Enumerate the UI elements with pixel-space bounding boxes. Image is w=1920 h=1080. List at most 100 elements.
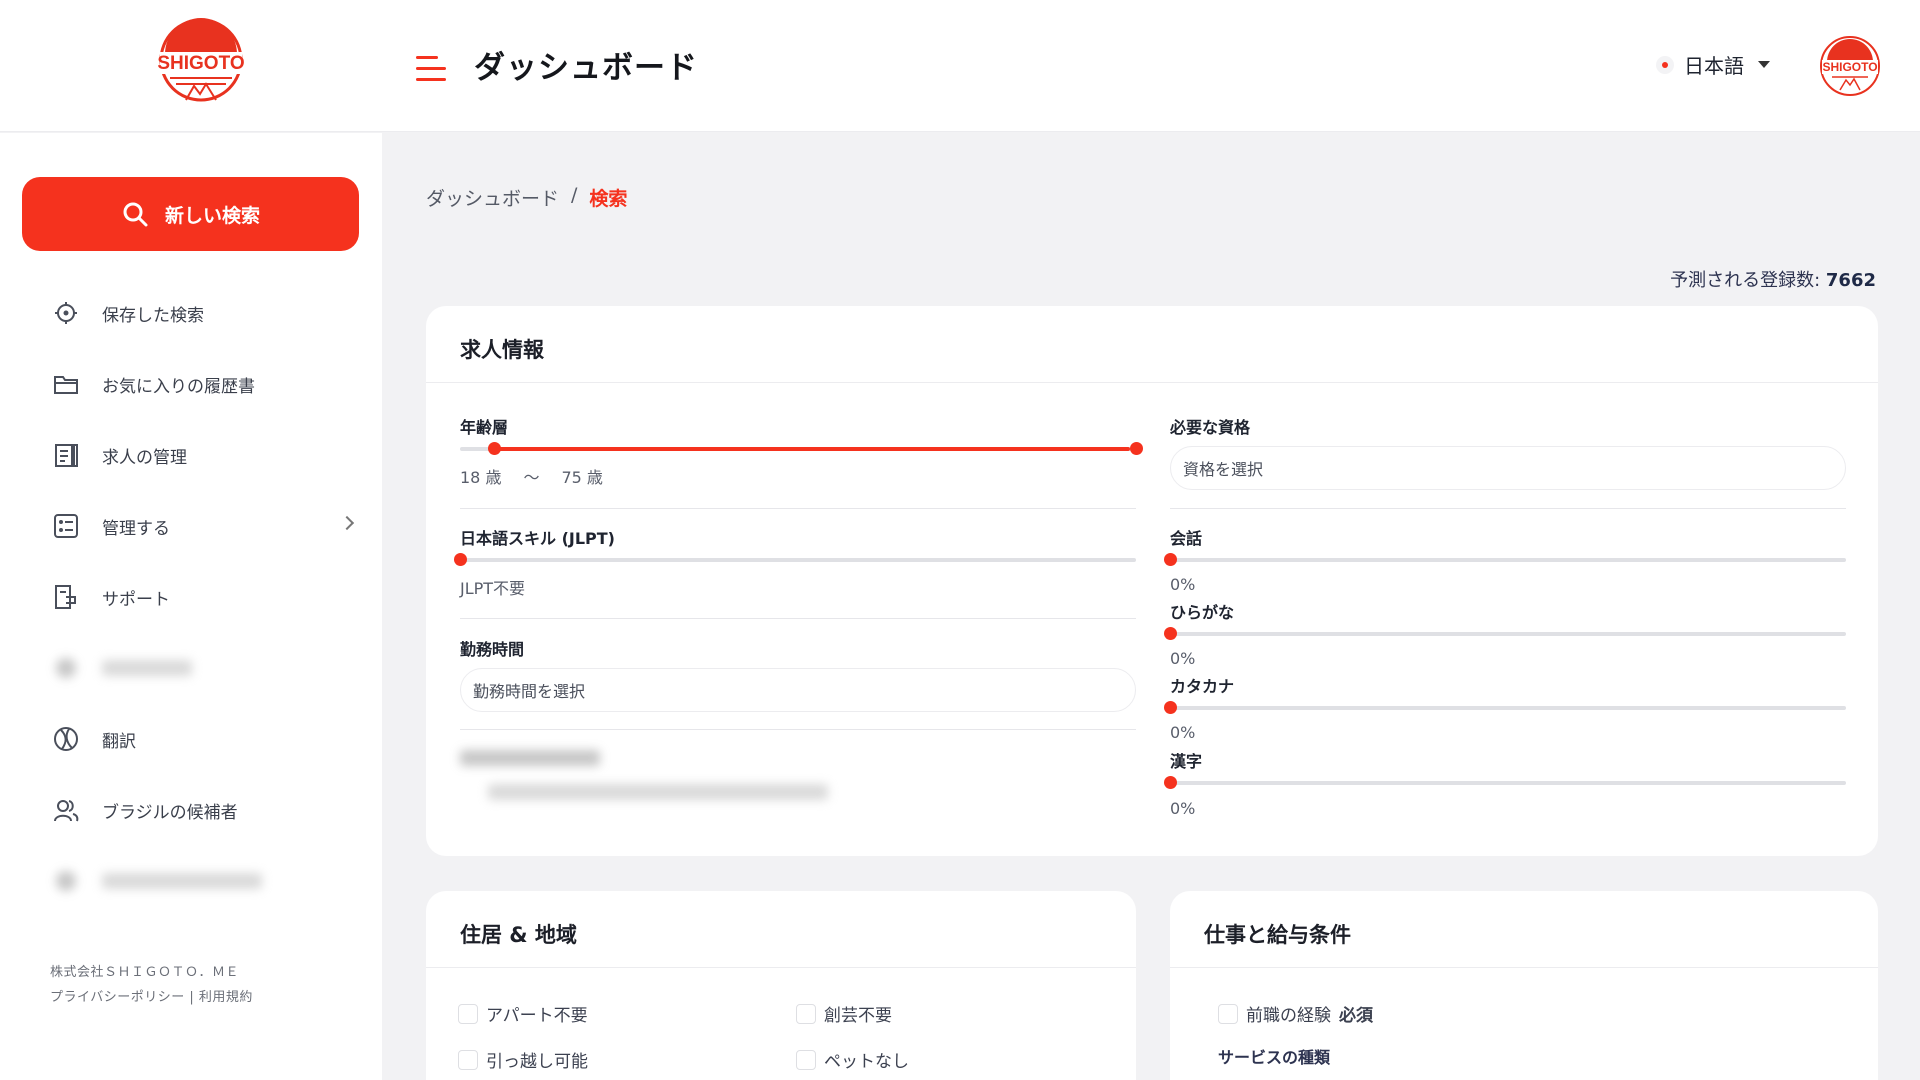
qualifications-select[interactable]: 資格を選択: [1170, 446, 1846, 490]
option-prior-experience[interactable]: 前職の経験 必須: [1218, 1001, 1373, 1026]
checkbox[interactable]: [458, 1003, 478, 1024]
kanji-slider-track[interactable]: [1170, 781, 1846, 785]
checkbox[interactable]: [796, 1049, 816, 1070]
user-avatar[interactable]: SHIGOTO: [1818, 34, 1882, 98]
jlpt-label: 日本語スキル (JLPT): [460, 529, 615, 548]
age-range-text: 18 歳 〜 75 歳: [460, 464, 603, 488]
work-conditions-card: 仕事と給与条件 前職の経験 必須 サービスの種類: [1170, 891, 1878, 1080]
breadcrumb-root[interactable]: ダッシュボード: [426, 184, 559, 211]
card-divider: [426, 382, 1878, 383]
predicted-value: 7662: [1825, 270, 1876, 291]
page-title: ダッシュボード: [474, 50, 698, 86]
checkbox[interactable]: [796, 1003, 816, 1024]
katakana-handle[interactable]: [1164, 701, 1177, 714]
search-icon: [123, 202, 148, 227]
katakana-value: 0%: [1170, 723, 1196, 742]
card-divider: [1170, 967, 1878, 968]
support-icon: [52, 583, 80, 611]
job-info-title: 求人情報: [460, 338, 544, 362]
age-min-value: 18 歳: [460, 468, 502, 487]
hiragana-handle[interactable]: [1164, 627, 1177, 640]
sidebar-item-manage[interactable]: 管理する: [52, 506, 355, 546]
age-label: 年齢層: [460, 418, 509, 437]
jlpt-handle[interactable]: [454, 553, 467, 566]
sidebar-item-label: 管理する: [102, 518, 170, 539]
option-label: ペットなし: [824, 1052, 909, 1072]
sidebar-item-saved-searches[interactable]: 保存した検索: [52, 293, 352, 333]
language-selector[interactable]: 日本語: [1656, 50, 1770, 79]
conversation-label: 会話: [1170, 529, 1203, 548]
hamburger-menu-icon[interactable]: [416, 56, 446, 82]
service-type-label: サービスの種類: [1218, 1048, 1331, 1067]
qualifications-label: 必要な資格: [1170, 418, 1251, 437]
sidebar-item-translation[interactable]: 翻訳: [52, 719, 352, 759]
new-search-button[interactable]: 新しい検索: [22, 177, 359, 251]
age-slider-fill: [494, 447, 1130, 451]
sidebar-item-job-management[interactable]: 求人の管理: [52, 435, 352, 475]
required-label: 必須: [1339, 1006, 1373, 1026]
age-min-handle[interactable]: [488, 442, 501, 455]
blurred-field-label: [460, 750, 600, 766]
breadcrumb-current: 検索: [589, 188, 628, 210]
jlpt-value: JLPT不要: [460, 579, 526, 598]
hiragana-slider-track[interactable]: [1170, 632, 1846, 636]
option-relocation-ok[interactable]: 引っ越し可能: [458, 1047, 588, 1072]
svg-text:SHIGOTO: SHIGOTO: [1822, 60, 1877, 74]
housing-title: 住居 & 地域: [460, 923, 577, 947]
folder-icon: [52, 370, 80, 398]
work-conditions-title: 仕事と給与条件: [1204, 923, 1351, 947]
hiragana-value: 0%: [1170, 649, 1196, 668]
katakana-slider-track[interactable]: [1170, 706, 1846, 710]
japan-flag-icon: [1656, 55, 1674, 74]
option-label: 前職の経験: [1246, 1006, 1331, 1026]
kanji-value: 0%: [1170, 799, 1196, 818]
sidebar-item-label: 保存した検索: [102, 305, 204, 326]
sidebar-item-brazil-candidates[interactable]: ブラジルの候補者: [52, 790, 352, 830]
sidebar-item-favorite-resumes[interactable]: お気に入りの履歴書: [52, 364, 352, 404]
predicted-registrations: 予測される登録数: 7662: [1670, 266, 1876, 292]
age-max-handle[interactable]: [1130, 442, 1143, 455]
translate-icon: [52, 725, 80, 753]
option-label: アパート不要: [486, 1006, 588, 1026]
crosshair-icon: [52, 299, 80, 327]
jlpt-slider-track[interactable]: [460, 558, 1136, 562]
option-label: 引っ越し可能: [486, 1052, 588, 1072]
sidebar-item-support[interactable]: サポート: [52, 577, 352, 617]
work-hours-select[interactable]: 勤務時間を選択: [460, 668, 1136, 712]
job-info-card: 求人情報 年齢層 18 歳 〜 75 歳 日本語スキル (JLPT) JLPT不…: [426, 306, 1878, 856]
conversation-slider-track[interactable]: [1170, 558, 1846, 562]
blurred-field-input: [488, 784, 828, 800]
sidebar: 新しい検索 保存した検索 お気に入りの履歴書 求人の管理 管理する サポート 翻…: [0, 133, 382, 1080]
option-no-apartment[interactable]: アパート不要: [458, 1001, 588, 1026]
breadcrumb: ダッシュボード / 検索: [426, 184, 627, 211]
new-search-label: 新しい検索: [164, 204, 260, 227]
option-no-pets[interactable]: ペットなし: [796, 1047, 909, 1072]
footer-links[interactable]: プライバシーポリシー | 利用規約: [50, 986, 253, 1005]
top-header: SHIGOTO ダッシュボード 日本語 SHIGOTO: [0, 0, 1920, 132]
checkbox[interactable]: [458, 1049, 478, 1070]
kanji-label: 漢字: [1170, 752, 1203, 771]
caret-down-icon: [1758, 61, 1770, 68]
language-label: 日本語: [1684, 54, 1744, 78]
checkbox[interactable]: [1218, 1003, 1238, 1024]
sidebar-item-hidden-2[interactable]: [52, 861, 352, 901]
chevron-right-icon: [339, 515, 355, 531]
kanji-handle[interactable]: [1164, 776, 1177, 789]
katakana-label: カタカナ: [1170, 677, 1235, 696]
card-divider: [426, 967, 1136, 968]
blurred-icon: [52, 867, 80, 895]
sidebar-item-hidden[interactable]: [52, 648, 352, 688]
shigoto-logo[interactable]: SHIGOTO: [150, 14, 252, 112]
hiragana-label: ひらがな: [1170, 603, 1235, 622]
breadcrumb-separator: /: [571, 184, 578, 206]
clipboard-icon: [52, 441, 80, 469]
sidebar-item-label: お気に入りの履歴書: [102, 376, 255, 397]
housing-card: 住居 & 地域 アパート不要 創芸不要 引っ越し可能 ペットなし: [426, 891, 1136, 1080]
sidebar-item-label: サポート: [102, 589, 170, 610]
sidebar-item-label: 求人の管理: [102, 447, 187, 468]
work-hours-label: 勤務時間: [460, 640, 525, 659]
option-no-creative[interactable]: 創芸不要: [796, 1001, 892, 1026]
users-icon: [52, 796, 80, 824]
conversation-handle[interactable]: [1164, 553, 1177, 566]
predicted-label: 予測される登録数:: [1670, 270, 1821, 291]
